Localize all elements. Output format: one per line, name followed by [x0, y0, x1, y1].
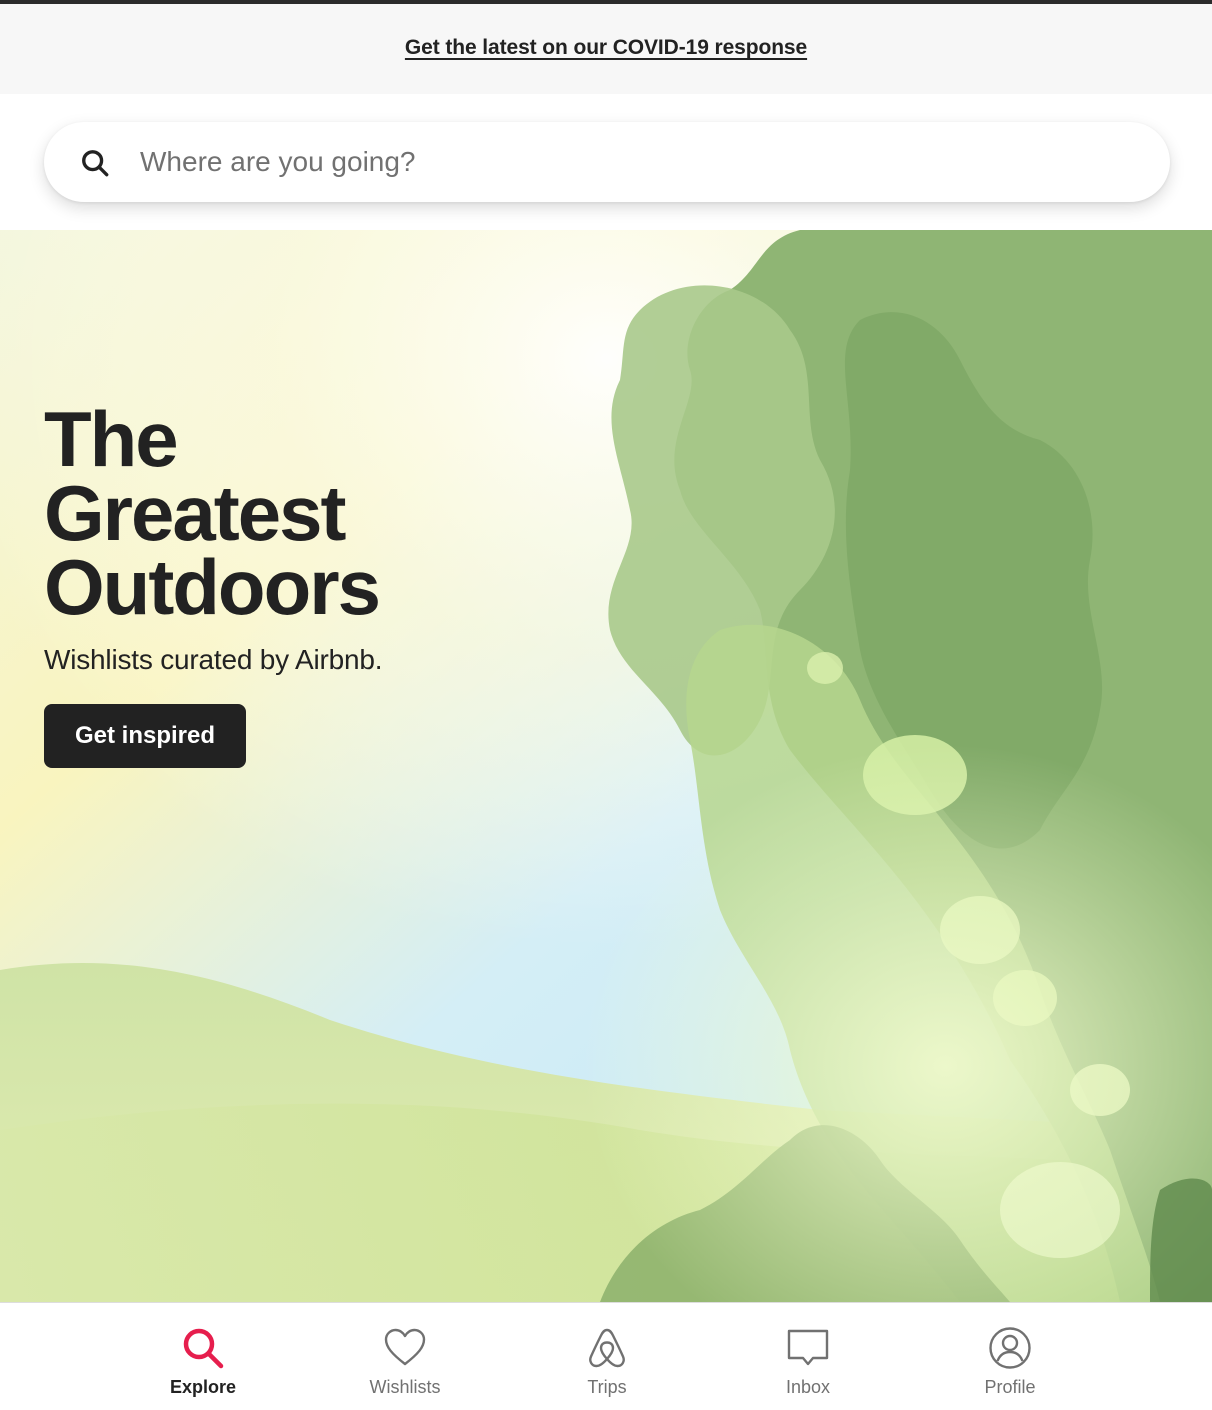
get-inspired-button[interactable]: Get inspired — [44, 704, 246, 768]
search-bar[interactable] — [44, 122, 1170, 202]
tab-explore-label: Explore — [169, 1377, 237, 1397]
tab-trips-label: Trips — [587, 1377, 627, 1397]
tab-profile-label: Profile — [984, 1377, 1036, 1397]
app-page: Get the latest on our COVID-19 response — [0, 0, 1212, 1410]
user-circle-icon — [989, 1327, 1031, 1369]
search-input[interactable] — [140, 138, 1120, 186]
airbnb-logo-icon — [589, 1328, 625, 1368]
heart-icon — [384, 1328, 426, 1366]
tab-profile[interactable]: Profile — [940, 1303, 1080, 1410]
tab-wishlists[interactable]: Wishlists — [335, 1303, 475, 1410]
covid-response-link[interactable]: Get the latest on our COVID-19 response — [405, 36, 807, 60]
search-area — [0, 94, 1212, 230]
search-icon — [82, 150, 109, 177]
tab-inbox-label: Inbox — [785, 1377, 831, 1397]
message-icon — [787, 1329, 829, 1366]
tab-inbox[interactable]: Inbox — [738, 1303, 878, 1410]
hero-title-line-3: Outdoors — [44, 543, 381, 631]
covid-banner: Get the latest on our COVID-19 response — [0, 4, 1212, 94]
tab-trips[interactable]: Trips — [537, 1303, 677, 1410]
search-icon — [183, 1328, 224, 1369]
tab-explore[interactable]: Explore — [133, 1303, 273, 1410]
bottom-tab-bar: Explore Wishlists Trips Inbox Profile — [0, 1302, 1212, 1410]
hero-subtitle: Wishlists curated by Airbnb. — [44, 644, 383, 675]
hero-title: The Greatest Outdoors — [44, 400, 564, 626]
hero-banner: The Greatest Outdoors Wishlists curated … — [0, 230, 1212, 1302]
tab-wishlists-label: Wishlists — [369, 1377, 441, 1397]
